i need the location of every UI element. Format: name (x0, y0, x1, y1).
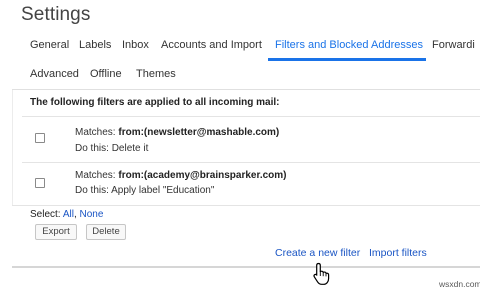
tab-accounts-and-import[interactable]: Accounts and Import (161, 39, 262, 51)
select-label: Select: (30, 209, 63, 220)
matches-label: Matches: (75, 127, 119, 138)
filter-checkbox[interactable] (35, 133, 45, 143)
action-value: Apply label "Education" (111, 185, 215, 196)
tab-themes[interactable]: Themes (136, 68, 176, 80)
action-label: Do this: (75, 185, 112, 196)
tab-filters-and-blocked-addresses[interactable]: Filters and Blocked Addresses (275, 39, 423, 51)
matches-label: Matches: (75, 170, 119, 181)
hand-cursor-icon (313, 262, 330, 285)
matches-value: from:(academy@brainsparker.com) (118, 170, 287, 181)
active-tab-indicator (268, 58, 426, 61)
tab-offline[interactable]: Offline (90, 68, 122, 80)
select-controls: Select: All, None (30, 209, 103, 220)
tab-inbox[interactable]: Inbox (122, 39, 149, 51)
panel-left-rule (12, 90, 13, 206)
filter-action: Do this: Apply label "Education" (75, 185, 214, 196)
action-value: Delete it (111, 143, 149, 154)
filter-matches: Matches: from:(newsletter@mashable.com) (75, 127, 279, 138)
row-divider (12, 205, 480, 206)
filter-matches: Matches: from:(academy@brainsparker.com) (75, 170, 287, 181)
action-label: Do this: (75, 143, 112, 154)
tab-general[interactable]: General (30, 39, 69, 51)
watermark: wsxdn.com (439, 279, 480, 289)
export-button[interactable]: Export (35, 224, 77, 240)
row-divider (22, 162, 480, 163)
filters-heading: The following filters are applied to all… (30, 97, 280, 108)
tab-labels[interactable]: Labels (79, 39, 111, 51)
create-filter-link[interactable]: Create a new filter (275, 247, 360, 259)
row-divider (22, 116, 480, 117)
delete-button[interactable]: Delete (86, 224, 126, 240)
matches-value: from:(newsletter@mashable.com) (118, 127, 280, 138)
select-none-link[interactable]: None (80, 209, 104, 220)
tab-advanced[interactable]: Advanced (30, 68, 79, 80)
select-all-link[interactable]: All (63, 209, 74, 220)
import-filters-link[interactable]: Import filters (369, 247, 427, 259)
page-title: Settings (21, 4, 91, 25)
filter-action: Do this: Delete it (75, 143, 148, 154)
tab-forwarding[interactable]: Forwardi (432, 39, 475, 51)
panel-bottom-edge (12, 266, 480, 268)
filter-checkbox[interactable] (35, 178, 45, 188)
